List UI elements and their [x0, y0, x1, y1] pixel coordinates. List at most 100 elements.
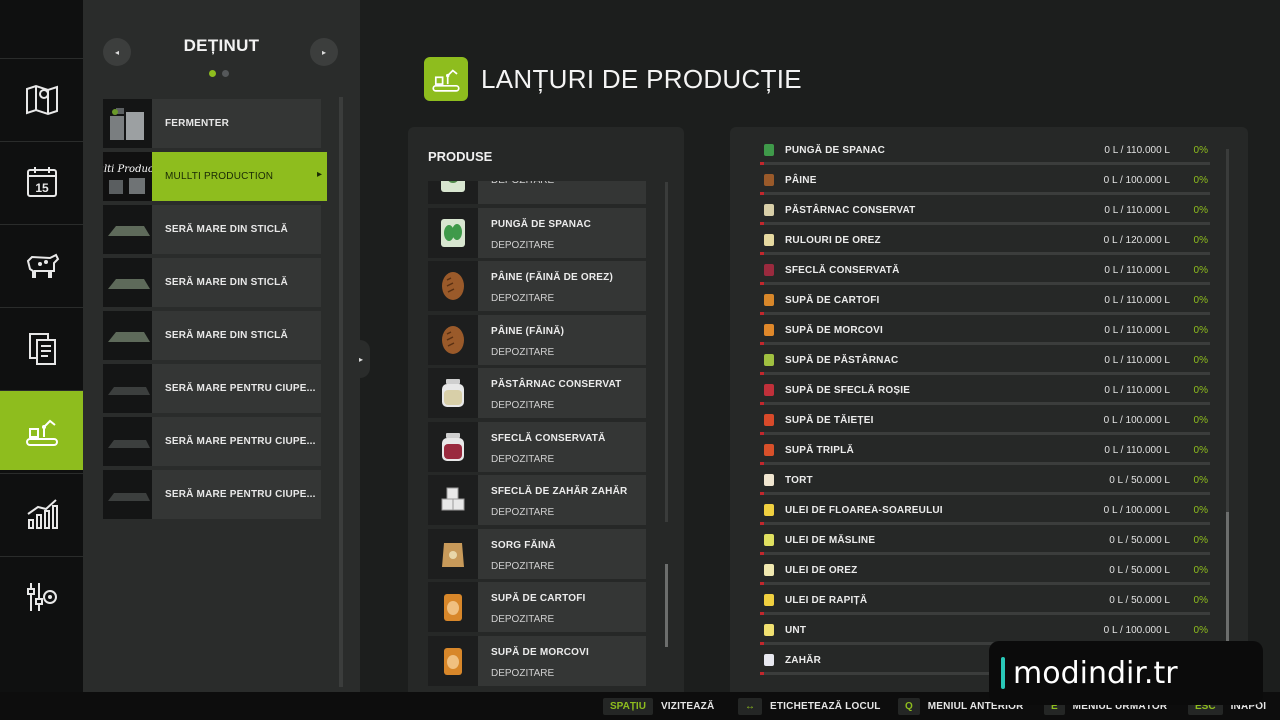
production-chains-icon — [424, 57, 468, 101]
product-item[interactable]: PUNGĂ DE SPANAC DEPOZITARE — [428, 207, 646, 258]
storage-product-name: PÂINE — [785, 174, 817, 186]
greenhouse-thumbnail — [103, 311, 152, 360]
storage-row[interactable]: SUPĂ DE PĂSTÂRNAC 0 L / 110.000 L 0% — [760, 345, 1210, 375]
product-item[interactable]: SFECLĂ CONSERVATĂ DEPOZITARE — [428, 421, 646, 472]
facility-item[interactable]: SERĂ MARE PENTRU CIUPE... — [103, 470, 321, 519]
storage-row[interactable]: SFECLĂ CONSERVATĂ 0 L / 110.000 L 0% — [760, 255, 1210, 285]
product-icon — [764, 414, 774, 426]
products-scrollbar-track[interactable] — [665, 182, 668, 522]
storage-capacity: 0 L / 100.000 L — [1103, 624, 1170, 636]
storage-capacity: 0 L / 110.000 L — [1104, 354, 1170, 366]
product-icon — [764, 594, 774, 606]
product-item[interactable]: SUPĂ DE MORCOVI DEPOZITARE — [428, 635, 646, 686]
mushroom-greenhouse-thumbnail — [103, 417, 152, 466]
storage-product-name: PĂSTÂRNAC CONSERVAT — [785, 204, 916, 216]
storage-row[interactable]: ULEI DE MĂSLINE 0 L / 50.000 L 0% — [760, 525, 1210, 555]
storage-row[interactable]: ULEI DE RAPIȚĂ 0 L / 50.000 L 0% — [760, 585, 1210, 615]
key-space: SPAȚIU — [603, 697, 653, 715]
storage-percent: 0% — [1193, 174, 1208, 186]
facility-panel: ◂ DEȚINUT ▸ FERMENTER Multi Productio MU… — [83, 0, 360, 692]
storage-product-name: ULEI DE RAPIȚĂ — [785, 594, 868, 606]
facility-item[interactable]: FERMENTER — [103, 99, 321, 148]
collapse-panel-button[interactable]: ▸ — [352, 340, 370, 378]
product-item[interactable]: SFECLĂ DE ZAHĂR ZAHĂR DEPOZITARE — [428, 475, 646, 525]
storage-row[interactable]: SUPĂ DE MORCOVI 0 L / 110.000 L 0% — [760, 315, 1210, 345]
nav-statistics[interactable] — [0, 473, 83, 553]
product-item[interactable]: PĂSTÂRNAC CONSERVAT DEPOZITARE — [428, 368, 646, 418]
product-text: DEPOZITARE — [478, 181, 554, 204]
product-item[interactable]: PÂINE (FĂINĂ) DEPOZITARE — [428, 314, 646, 365]
facility-item[interactable]: SERĂ MARE DIN STICLĂ — [103, 205, 321, 254]
storage-row[interactable]: SUPĂ TRIPLĂ 0 L / 110.000 L 0% — [760, 435, 1210, 465]
storage-list: PUNGĂ DE SPANAC 0 L / 110.000 L 0% PÂINE 0 L… — [760, 127, 1210, 692]
soup-can-icon — [428, 635, 478, 686]
facility-item[interactable]: SERĂ MARE DIN STICLĂ — [103, 258, 321, 307]
product-icon — [764, 264, 774, 276]
product-text: PUNGĂ DE SPANAC DEPOZITARE — [478, 208, 591, 258]
bag-icon — [428, 181, 478, 204]
nav-settings[interactable] — [0, 556, 83, 636]
product-icon — [764, 354, 774, 366]
product-name: SORG FĂINĂ — [491, 539, 556, 551]
hint-tag-place[interactable]: ↔ ETICHETEAZĂ LOCUL — [738, 697, 881, 715]
production-icon — [25, 419, 58, 446]
storage-row[interactable]: ULEI DE OREZ 0 L / 50.000 L 0% — [760, 555, 1210, 585]
hint-label: ETICHETEAZĂ LOCUL — [770, 700, 881, 712]
page-dot-active[interactable] — [209, 70, 216, 77]
product-storage-label: DEPOZITARE — [491, 293, 555, 304]
product-storage-label: DEPOZITARE — [491, 239, 555, 251]
nav-calendar[interactable]: 15 — [0, 141, 83, 221]
facility-label: SERĂ MARE DIN STICLĂ — [165, 277, 288, 288]
storage-capacity: 0 L / 50.000 L — [1109, 594, 1170, 606]
product-item[interactable]: SORG FĂINĂ DEPOZITARE — [428, 528, 646, 579]
storage-percent: 0% — [1193, 354, 1208, 366]
chevron-right-icon: ▸ — [358, 354, 363, 364]
product-item[interactable]: SUPĂ DE CARTOFI DEPOZITARE — [428, 582, 646, 632]
facility-scrollbar[interactable] — [339, 97, 343, 687]
storage-row[interactable]: RULOURI DE OREZ 0 L / 120.000 L 0% — [760, 225, 1210, 255]
nav-animals[interactable] — [0, 224, 83, 304]
storage-panel: PUNGĂ DE SPANAC 0 L / 110.000 L 0% PÂINE 0 L… — [730, 127, 1248, 692]
facility-item[interactable]: SERĂ MARE DIN STICLĂ — [103, 311, 321, 360]
storage-row[interactable]: PÂINE 0 L / 100.000 L 0% — [760, 165, 1210, 195]
storage-row[interactable]: PUNGĂ DE SPANAC 0 L / 110.000 L 0% — [760, 135, 1210, 165]
storage-capacity: 0 L / 110.000 L — [1104, 324, 1170, 336]
facility-label: FERMENTER — [165, 118, 230, 129]
product-storage-label: DEPOZITARE — [491, 400, 555, 411]
facility-item[interactable]: SERĂ MARE PENTRU CIUPE... — [103, 364, 321, 413]
storage-row[interactable]: SUPĂ DE CARTOFI 0 L / 110.000 L 0% — [760, 285, 1210, 315]
product-text: PÂINE (FĂINĂ DE OREZ) DEPOZITARE — [478, 261, 613, 311]
nav-production[interactable] — [0, 390, 91, 470]
nav-contracts[interactable] — [0, 307, 83, 387]
storage-row[interactable]: PĂSTÂRNAC CONSERVAT 0 L / 110.000 L 0% — [760, 195, 1210, 225]
storage-product-name: SUPĂ DE CARTOFI — [785, 294, 880, 306]
greenhouse-thumbnail — [103, 205, 152, 254]
chevron-right-icon: ▸ — [321, 47, 326, 57]
storage-capacity: 0 L / 50.000 L — [1109, 534, 1170, 546]
storage-row[interactable]: SUPĂ DE SFECLĂ ROȘIE 0 L / 110.000 L 0% — [760, 375, 1210, 405]
products-scrollbar-thumb[interactable] — [665, 564, 668, 647]
facility-label: SERĂ MARE DIN STICLĂ — [165, 330, 288, 341]
next-page-button[interactable]: ▸ — [310, 38, 338, 66]
storage-capacity: 0 L / 120.000 L — [1103, 234, 1170, 246]
facility-item[interactable]: SERĂ MARE PENTRU CIUPE... — [103, 417, 321, 466]
storage-percent: 0% — [1193, 564, 1208, 576]
nav-map[interactable] — [0, 58, 83, 138]
storage-percent: 0% — [1193, 534, 1208, 546]
page-dot[interactable] — [222, 70, 229, 77]
product-item[interactable]: PÂINE (FĂINĂ DE OREZ) DEPOZITARE — [428, 261, 646, 311]
contracts-icon — [28, 332, 56, 365]
fermenter-thumbnail — [103, 99, 152, 148]
products-heading: PRODUSE — [428, 149, 493, 164]
storage-capacity: 0 L / 110.000 L — [1104, 144, 1170, 156]
products-panel: PRODUSE DEPOZITARE PUNGĂ DE SPANAC DEPOZIT… — [408, 127, 684, 692]
greenhouse-thumbnail — [103, 258, 152, 307]
facility-item-active[interactable]: Multi Productio MULLTI PRODUCTION — [103, 152, 327, 201]
storage-row[interactable]: SUPĂ DE TĂIEȚEI 0 L / 100.000 L 0% — [760, 405, 1210, 435]
storage-row[interactable]: ULEI DE FLOAREA-SOAREULUI 0 L / 100.000 L… — [760, 495, 1210, 525]
storage-capacity: 0 L / 100.000 L — [1103, 174, 1170, 186]
storage-row[interactable]: TORT 0 L / 50.000 L 0% — [760, 465, 1210, 495]
hint-visit[interactable]: SPAȚIU VIZITEAZĂ — [603, 697, 714, 715]
storage-capacity: 0 L / 110.000 L — [1104, 204, 1170, 216]
product-item[interactable]: DEPOZITARE — [428, 181, 646, 204]
